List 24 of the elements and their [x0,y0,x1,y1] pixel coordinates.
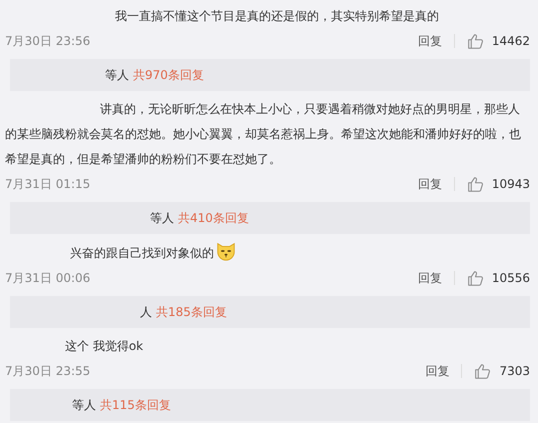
repliers-text: 等人 [105,66,129,84]
reply-button[interactable]: 回复 [418,270,442,286]
like-count: 10943 [492,177,530,191]
thumbs-up-icon[interactable] [474,362,492,380]
comment-text: 我一直搞不懂这个节目是真的还是假的，其实特别希望是真的 [114,8,440,25]
comment-text: 讲真的，无论昕昕怎么在快本上小心，只要遇着稍微对她好点的男明星，那些人的某些脑残粉就会莫名的怼她。她小心翼翼，却莫名惹祸上身。希望这次她能和潘帅好好的啦，也希望是真的，但是希望潘帅的粉粉们不要在怼她了。 [5,101,522,168]
thumbs-up-icon[interactable] [466,270,484,286]
comment-time: 7月30日 23:55 [5,362,92,380]
repliers-text: 等人 [150,210,174,226]
comment-text: 兴奋的跟自己找到对象似的 [5,240,530,266]
comment-time: 7月31日 01:15 [5,176,92,192]
reply-button[interactable]: 回复 [418,176,442,192]
like-count: 14462 [492,34,530,48]
comment-time: 7月30日 23:56 [5,32,92,50]
repliers-text: 人 [140,304,152,320]
comment-time: 7月31日 00:06 [5,270,92,286]
like-count: 10556 [492,271,530,285]
comment-text: 这个 我觉得ok [64,338,144,355]
reply-button[interactable]: 回复 [418,32,442,50]
repliers-text: 等人 [72,396,96,414]
thumbs-up-icon[interactable] [466,32,484,50]
thumbs-up-icon[interactable] [466,176,484,192]
reply-button[interactable]: 回复 [425,362,450,380]
like-count: 7303 [499,364,530,378]
